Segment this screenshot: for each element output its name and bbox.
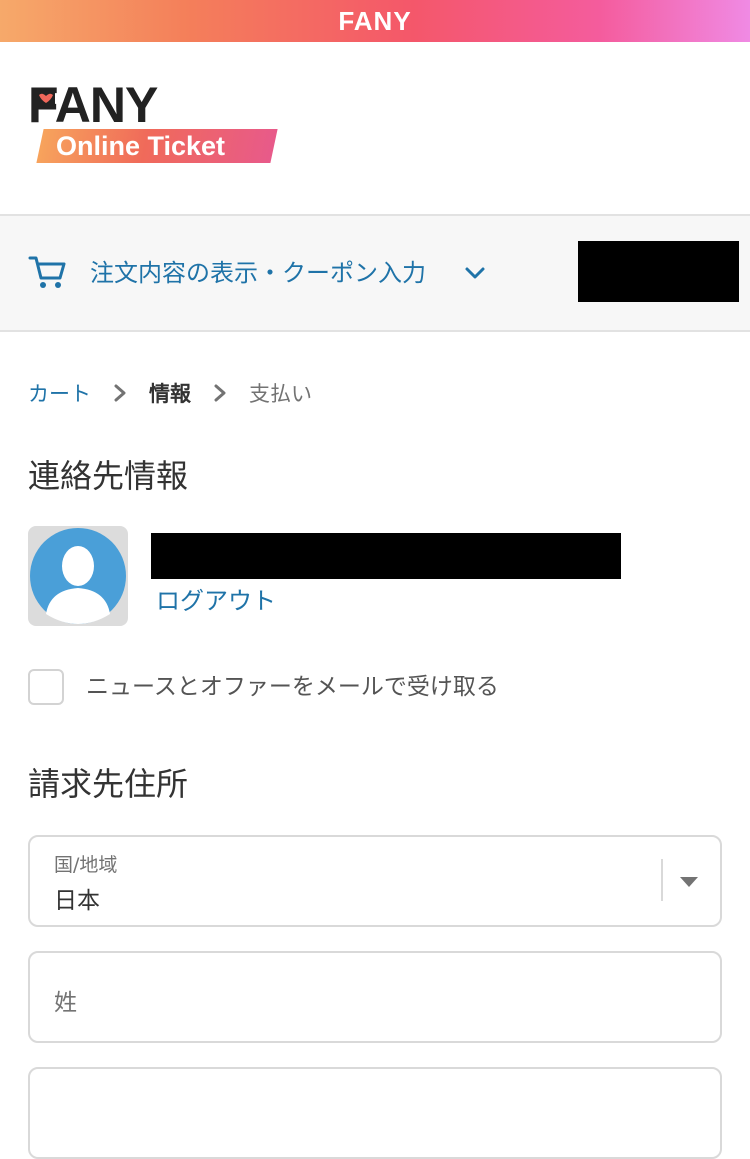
billing-section-title: 請求先住所 bbox=[28, 765, 189, 803]
contact-section-title: 連絡先情報 bbox=[28, 457, 189, 495]
heart-icon bbox=[37, 92, 55, 104]
breadcrumb: カート 情報 支払い bbox=[28, 378, 312, 408]
country-select[interactable]: 国/地域 日本 bbox=[28, 835, 722, 927]
order-summary-label: 注文内容の表示・クーポン入力 bbox=[90, 259, 426, 287]
newsletter-checkbox[interactable] bbox=[28, 669, 64, 705]
avatar bbox=[28, 526, 128, 626]
country-select-value: 日本 bbox=[54, 888, 100, 914]
order-total-redacted bbox=[578, 241, 739, 302]
breadcrumb-cart[interactable]: カート bbox=[28, 378, 91, 408]
last-name-field[interactable]: 姓 bbox=[28, 951, 722, 1043]
fany-online-ticket-logo[interactable]: FANY Online Ticket bbox=[28, 77, 278, 166]
user-avatar-icon bbox=[30, 528, 126, 624]
select-divider bbox=[661, 859, 663, 901]
top-brand-logo: FANY bbox=[338, 5, 412, 36]
site-header: FANY Online Ticket bbox=[0, 42, 750, 214]
logout-link[interactable]: ログアウト bbox=[156, 584, 276, 618]
account-email-redacted bbox=[151, 533, 621, 579]
last-name-placeholder: 姓 bbox=[54, 990, 77, 1016]
breadcrumb-information: 情報 bbox=[149, 382, 191, 406]
breadcrumb-payment: 支払い bbox=[249, 382, 312, 406]
caret-down-icon bbox=[680, 877, 698, 887]
chevron-down-icon bbox=[465, 267, 485, 279]
newsletter-checkbox-label[interactable]: ニュースとオファーをメールで受け取る bbox=[86, 670, 499, 704]
order-summary-toggle[interactable]: 注文内容の表示・クーポン入力 bbox=[0, 214, 750, 332]
chevron-right-icon bbox=[114, 384, 126, 402]
logo-sub-text: Online Ticket bbox=[56, 131, 226, 161]
top-brand-bar: FANY bbox=[0, 0, 750, 42]
chevron-right-icon bbox=[214, 384, 226, 402]
cart-icon bbox=[28, 256, 66, 288]
next-field[interactable] bbox=[28, 1067, 722, 1159]
country-select-label: 国/地域 bbox=[54, 854, 118, 876]
logo-wordmark: FANY bbox=[28, 77, 158, 133]
